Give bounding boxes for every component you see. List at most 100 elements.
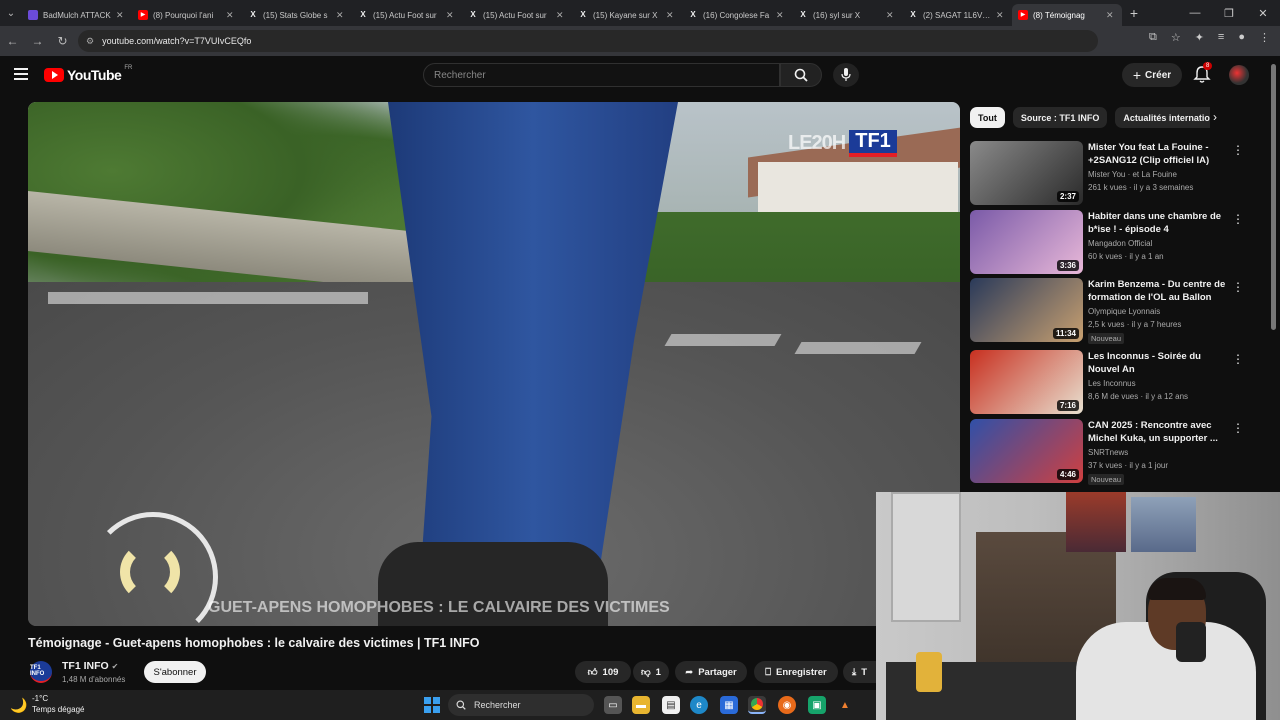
search-input[interactable]: Rechercher — [423, 63, 780, 87]
browser-tab[interactable]: X (2) SAGAT 1L6VTF ✕ — [902, 4, 1012, 26]
tab-close-icon[interactable]: ✕ — [336, 10, 346, 21]
taskbar-search[interactable]: Rechercher — [448, 694, 594, 716]
tab-close-icon[interactable]: ✕ — [996, 10, 1006, 21]
tab-close-icon[interactable]: ✕ — [446, 10, 456, 21]
country-code: FR — [124, 65, 133, 71]
close-window-icon[interactable]: ✕ — [1246, 7, 1280, 20]
extensions-icon[interactable]: ✦ — [1195, 31, 1204, 44]
like-button[interactable]: 👍︎ 109 — [575, 661, 631, 683]
chevron-right-icon[interactable]: › — [1213, 110, 1217, 124]
youtube-logo[interactable]: YouTube FR — [44, 65, 133, 83]
firefox-icon[interactable]: ◉ — [778, 696, 796, 714]
browser-tab[interactable]: X (15) Stats Globe s ✕ — [242, 4, 352, 26]
save-button[interactable]: ⎕ Enregistrer — [754, 661, 838, 683]
recommended-video[interactable]: 7:16 Les Inconnus - Soirée du Nouvel An Le… — [970, 350, 1250, 416]
video-thumbnail[interactable]: 4:46 — [970, 419, 1083, 483]
video-thumbnail[interactable]: 11:34 — [970, 278, 1083, 342]
tab-close-icon[interactable]: ✕ — [1106, 10, 1116, 21]
recommended-channel[interactable]: Olympique Lyonnais — [1088, 307, 1160, 316]
hamburger-menu-icon[interactable] — [14, 68, 28, 83]
browser-menu-icon[interactable]: ⋮ — [1259, 31, 1270, 44]
video-player[interactable]: LE20H TF1 GUET-APENS HOMOPHOBES : LE CAL… — [28, 102, 960, 626]
thumbs-down-icon: 👎︎ — [641, 667, 651, 678]
store-icon[interactable]: ▦ — [720, 696, 738, 714]
recommended-video[interactable]: 2:37 Mister You feat La Fouine - +2SANG12… — [970, 141, 1250, 207]
subscribe-button[interactable]: S'abonner — [144, 661, 206, 683]
more-options-icon[interactable]: ⋮ — [1232, 143, 1244, 157]
edge-icon[interactable]: e — [690, 696, 708, 714]
download-button[interactable]: ⤓ T — [843, 661, 876, 683]
recommended-channel[interactable]: Mangadon Official — [1088, 239, 1152, 248]
x-icon: X — [800, 10, 806, 19]
voice-search-button[interactable] — [833, 63, 859, 87]
search-button[interactable] — [780, 63, 822, 87]
tab-close-icon[interactable]: ✕ — [556, 10, 566, 21]
recommended-video-title[interactable]: CAN 2025 : Rencontre avec Michel Kuka, u… — [1088, 419, 1228, 445]
tab-close-icon[interactable]: ✕ — [886, 10, 896, 21]
back-icon[interactable]: ← — [0, 34, 25, 48]
recommended-video-title[interactable]: Mister You feat La Fouine - +2SANG12 (Cl… — [1088, 141, 1228, 167]
browser-tab[interactable]: X (16) syl sur X ✕ — [792, 4, 902, 26]
account-avatar[interactable] — [1229, 65, 1249, 85]
dislike-button[interactable]: 👎︎ 1 — [633, 661, 669, 683]
recommended-video[interactable]: 4:46 CAN 2025 : Rencontre avec Michel Kuk… — [970, 419, 1250, 485]
maximize-icon[interactable]: ❐ — [1212, 7, 1246, 20]
x-icon: X — [360, 10, 366, 19]
x-icon: X — [250, 10, 256, 19]
recommended-channel[interactable]: Mister You · et La Fouine — [1088, 170, 1177, 179]
recommended-channel[interactable]: SNRTnews — [1088, 448, 1128, 457]
more-options-icon[interactable]: ⋮ — [1232, 212, 1244, 226]
profile-icon[interactable]: ● — [1238, 31, 1245, 44]
tab-close-icon[interactable]: ✕ — [226, 10, 236, 21]
recommended-video[interactable]: 11:34 Karim Benzema - Du centre de format… — [970, 278, 1250, 344]
more-options-icon[interactable]: ⋮ — [1232, 352, 1244, 366]
chrome-icon[interactable] — [748, 696, 766, 714]
new-tab-button[interactable]: + — [1122, 5, 1146, 21]
site-info-icon[interactable]: ⚙ — [86, 36, 94, 47]
windows-start-icon[interactable] — [424, 697, 440, 713]
forward-icon[interactable]: → — [25, 34, 50, 48]
vlc-icon[interactable]: ▲ — [836, 696, 854, 714]
recommended-channel[interactable]: Les Inconnus — [1088, 379, 1136, 388]
browser-tab[interactable]: X (15) Actu Foot sur ✕ — [352, 4, 462, 26]
minimize-icon[interactable]: — — [1178, 7, 1212, 19]
video-thumbnail[interactable]: 2:37 — [970, 141, 1083, 205]
tab-search-chevron-icon[interactable]: ⌄ — [0, 0, 22, 26]
reload-icon[interactable]: ↻ — [50, 34, 75, 48]
recommended-video-title[interactable]: Habiter dans une chambre de b*ise ! - ép… — [1088, 210, 1228, 236]
create-button[interactable]: + Créer — [1122, 63, 1182, 87]
browser-tab[interactable]: ▶ (8) Témoignag ✕ — [1012, 4, 1122, 26]
url-field[interactable]: ⚙ youtube.com/watch?v=T7VUIvCEQfo — [78, 30, 1098, 52]
video-thumbnail[interactable]: 7:16 — [970, 350, 1083, 414]
moon-weather-icon[interactable]: 🌙 — [10, 697, 27, 714]
tab-close-icon[interactable]: ✕ — [666, 10, 676, 21]
app-icon[interactable]: ▣ — [808, 696, 826, 714]
task-view-icon[interactable]: ▭ — [604, 696, 622, 714]
cast-icon[interactable]: ⧉ — [1149, 31, 1157, 44]
tab-close-icon[interactable]: ✕ — [776, 10, 786, 21]
scrollbar[interactable] — [1271, 64, 1276, 330]
file-explorer-icon[interactable]: ▬ — [632, 696, 650, 714]
channel-avatar[interactable]: TF1 INFO — [30, 661, 52, 683]
more-options-icon[interactable]: ⋮ — [1232, 421, 1244, 435]
browser-tab[interactable]: X (16) Congolese Fa ✕ — [682, 4, 792, 26]
video-thumbnail[interactable]: 3:36 — [970, 210, 1083, 274]
bookmark-star-icon[interactable]: ☆ — [1171, 31, 1181, 44]
tab-close-icon[interactable]: ✕ — [116, 10, 126, 21]
channel-name[interactable]: TF1 INFO ✔ — [62, 660, 118, 672]
recommended-video-title[interactable]: Les Inconnus - Soirée du Nouvel An — [1088, 350, 1228, 376]
more-options-icon[interactable]: ⋮ — [1232, 280, 1244, 294]
recommended-video-title[interactable]: Karim Benzema - Du centre de formation d… — [1088, 278, 1228, 304]
filter-chip[interactable]: Actualités internation — [1115, 107, 1210, 128]
notepad-icon[interactable]: ▤ — [662, 696, 680, 714]
media-icon[interactable]: ≡ — [1218, 31, 1224, 44]
recommended-video[interactable]: 3:36 Habiter dans une chambre de b*ise ! … — [970, 210, 1250, 276]
filter-chip[interactable]: Source : TF1 INFO — [1012, 107, 1108, 128]
filter-chip[interactable]: Tout — [970, 107, 1005, 128]
browser-tab[interactable]: X (15) Actu Foot sur ✕ — [462, 4, 572, 26]
verified-check-icon: ✔ — [111, 662, 119, 671]
browser-tab[interactable]: X (15) Kayane sur X ✕ — [572, 4, 682, 26]
share-button[interactable]: ➦ Partager — [675, 661, 747, 683]
browser-tab[interactable]: BadMulch ATTACK ✕ — [22, 4, 132, 26]
browser-tab[interactable]: ▶ (8) Pourquoi l'ani ✕ — [132, 4, 242, 26]
